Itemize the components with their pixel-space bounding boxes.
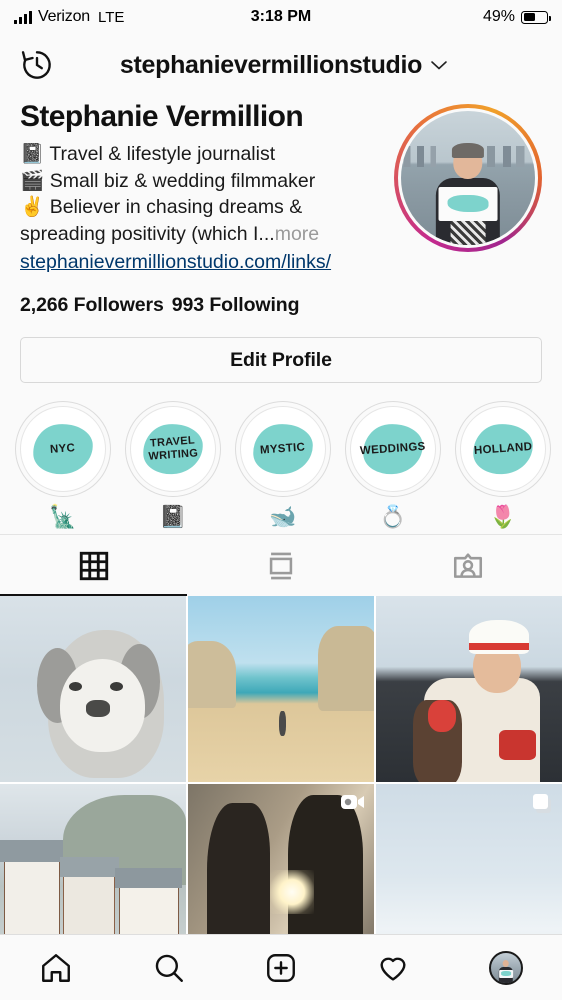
profile-stats: 2,266 Followers 993 Following <box>20 294 386 317</box>
website-link[interactable]: stephanievermillionstudio.com/links/ <box>20 249 386 276</box>
bio-line-3: ✌️ Believer in chasing dreams & <box>20 196 303 219</box>
post-dog-in-snow[interactable] <box>0 596 186 783</box>
tab-tagged[interactable] <box>375 535 562 596</box>
username-label: stephanievermillionstudio <box>119 50 423 79</box>
instagram-profile-screen: Verizon LTE 3:18 PM 49% stephanievermill… <box>0 0 562 1000</box>
post-beach-cliffs[interactable] <box>188 596 374 783</box>
network-label: LTE <box>97 8 125 26</box>
following-count[interactable]: 993 <box>172 294 204 316</box>
signal-bars-icon <box>14 10 32 24</box>
highlight-cover: TRAVEL WRITING <box>130 406 216 493</box>
post-grid <box>0 596 562 971</box>
bio-line-2: 🎬 Small biz & wedding filmmaker <box>20 169 316 192</box>
followers-label[interactable]: Followers <box>74 294 164 316</box>
status-bar-right: 49% <box>482 8 551 26</box>
highlight-cover: WEDDINGS <box>350 406 436 493</box>
profile-bio: 📓 Travel & lifestyle journalist 🎬 Small … <box>20 141 386 249</box>
followers-count[interactable]: 2,266 <box>20 294 68 316</box>
carousel-icon <box>530 792 554 821</box>
video-icon <box>340 792 366 817</box>
highlight-mystic[interactable]: MYSTIC 🐋 <box>228 401 338 528</box>
tulip-icon: 🌷 <box>489 504 517 530</box>
tab-grid[interactable] <box>0 535 188 597</box>
profile-text-block: Stephanie Vermillion 📓 Travel & lifestyl… <box>20 100 394 317</box>
edit-profile-button[interactable]: Edit Profile <box>20 337 542 384</box>
statue-of-liberty-icon: 🗽 <box>49 504 77 530</box>
ring-icon: 💍 <box>379 504 407 530</box>
username-title[interactable]: stephanievermillionstudio <box>56 51 512 80</box>
add-post-nav-button[interactable] <box>225 951 337 985</box>
page-title: Stephanie Vermillion <box>20 100 304 133</box>
highlight-cover: HOLLAND <box>460 406 546 493</box>
following-label[interactable]: Following <box>209 294 299 316</box>
hamburger-menu-icon[interactable] <box>512 54 544 76</box>
search-nav-button[interactable] <box>112 951 224 985</box>
profile-header: stephanievermillionstudio <box>0 34 562 96</box>
status-bar-left: Verizon LTE <box>14 8 124 26</box>
highlight-weddings[interactable]: WEDDINGS 💍 <box>338 401 448 528</box>
tab-list[interactable] <box>187 535 374 596</box>
bio-line-1: 📓 Travel & lifestyle journalist <box>20 142 276 165</box>
whale-icon: 🐋 <box>269 504 297 530</box>
profile-section: Stephanie Vermillion 📓 Travel & lifestyl… <box>0 96 562 318</box>
bio-line-4: spreading positivity (which I... <box>20 223 275 246</box>
post-winter-portrait[interactable] <box>376 596 562 783</box>
bio-more-link[interactable]: more <box>275 223 319 245</box>
highlight-cover: MYSTIC <box>240 406 326 493</box>
profile-nav-button[interactable] <box>450 950 562 985</box>
story-highlights-row[interactable]: NYC 🗽 TRAVEL WRITING 📓 MYSTIC 🐋 WEDDINGS … <box>0 383 562 535</box>
carrier-label: Verizon <box>38 8 90 25</box>
profile-avatar-story-ring[interactable] <box>394 104 542 252</box>
highlight-nyc[interactable]: NYC 🗽 <box>8 401 118 528</box>
highlight-holland[interactable]: HOLLAND 🌷 <box>448 401 558 528</box>
profile-actions: Edit Profile <box>0 317 562 384</box>
status-bar: Verizon LTE 3:18 PM 49% <box>0 0 562 34</box>
clock-history-icon[interactable] <box>18 46 56 84</box>
highlight-cover: NYC <box>20 406 106 493</box>
highlight-label: MYSTIC <box>259 440 306 457</box>
avatar-icon <box>488 950 523 985</box>
home-nav-button[interactable] <box>0 951 112 985</box>
profile-tabs <box>0 534 562 597</box>
chevron-down-icon <box>430 57 448 74</box>
highlight-travel-writing[interactable]: TRAVEL WRITING 📓 <box>118 401 228 528</box>
bottom-navigation <box>0 934 562 1000</box>
highlight-label: NYC <box>49 441 76 456</box>
battery-percent-label: 49% <box>482 8 515 25</box>
highlight-label: TRAVEL WRITING <box>148 434 199 463</box>
avatar <box>401 111 535 245</box>
activity-nav-button[interactable] <box>337 951 449 985</box>
notebook-icon: 📓 <box>159 504 187 530</box>
battery-icon <box>521 10 551 24</box>
